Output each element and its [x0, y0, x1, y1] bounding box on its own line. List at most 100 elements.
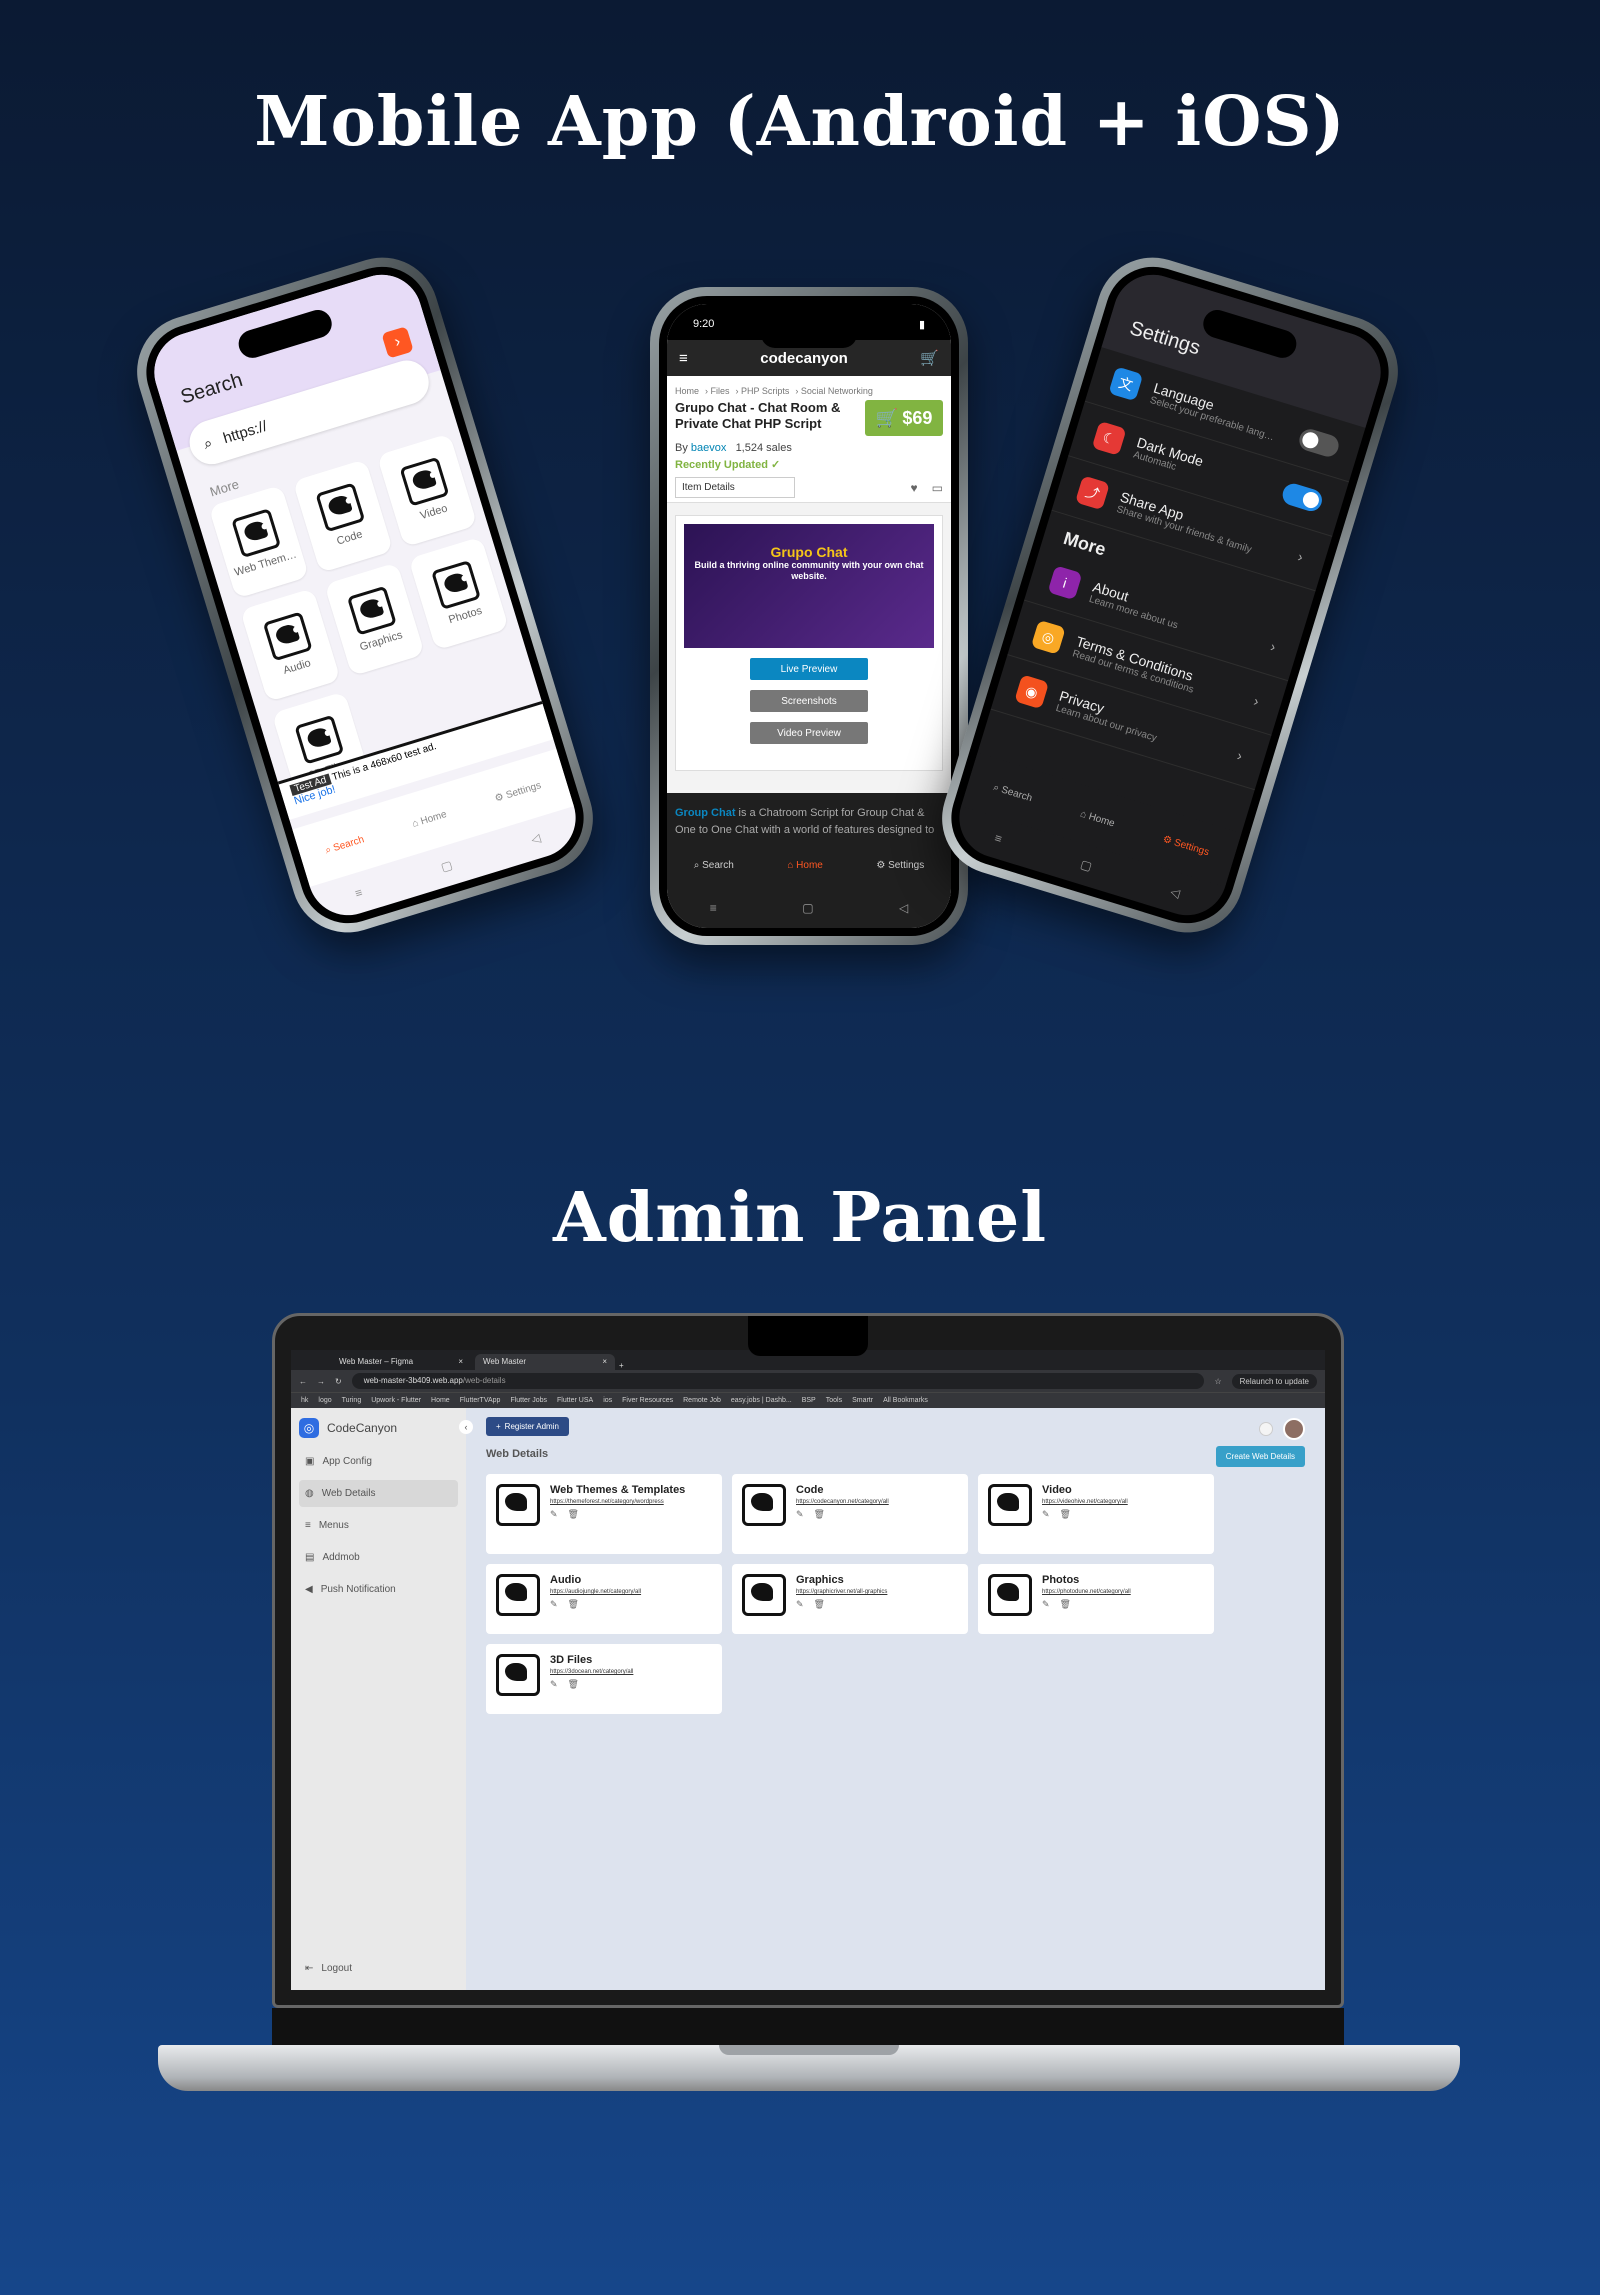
- edit-icon[interactable]: ✎: [1042, 1509, 1050, 1520]
- item-details-select[interactable]: Item Details: [675, 477, 795, 498]
- go-arrow-icon[interactable]: ›: [381, 326, 414, 359]
- bookmark[interactable]: Home: [431, 1397, 450, 1404]
- sidebar-item-web-details[interactable]: ◍ Web Details: [299, 1480, 458, 1507]
- nav-home[interactable]: ⌂ Home: [787, 860, 823, 871]
- folder-icon[interactable]: ▭: [932, 481, 943, 495]
- home-circle-icon[interactable]: ▢: [1079, 857, 1094, 874]
- card-url[interactable]: https://audiojungle.net/category/all: [550, 1589, 641, 1595]
- bookmark[interactable]: Flutter Jobs: [510, 1397, 547, 1404]
- home-circle-icon[interactable]: ▢: [802, 901, 813, 915]
- close-icon[interactable]: ×: [458, 1357, 463, 1367]
- sidebar-item-addmob[interactable]: ▤ Addmob: [299, 1544, 458, 1571]
- back-icon[interactable]: ◁: [899, 901, 908, 915]
- avatar[interactable]: [1283, 1418, 1305, 1440]
- bookmark[interactable]: hk: [301, 1397, 308, 1404]
- desc-link[interactable]: Group Chat: [675, 807, 736, 819]
- category-tile[interactable]: Audio: [239, 587, 341, 703]
- edit-icon[interactable]: ✎: [550, 1679, 558, 1690]
- tab-figma[interactable]: Web Master – Figma ×: [331, 1354, 471, 1370]
- menu-icon[interactable]: ≡: [993, 831, 1004, 846]
- tab-web-master[interactable]: Web Master ×: [475, 1354, 615, 1370]
- edit-icon[interactable]: ✎: [550, 1599, 558, 1610]
- category-tile[interactable]: Code: [292, 458, 394, 574]
- sidebar-item-menus[interactable]: ≡ Menus: [299, 1512, 458, 1539]
- category-tile[interactable]: Graphics: [324, 562, 425, 677]
- nav-settings[interactable]: ⚙ Settings: [876, 860, 924, 871]
- back-icon[interactable]: ◁: [1169, 884, 1182, 900]
- star-icon[interactable]: ☆: [1214, 1377, 1221, 1386]
- heart-icon[interactable]: ♥: [911, 481, 918, 495]
- bookmark[interactable]: easy.jobs | Dashb...: [731, 1397, 792, 1404]
- card-url[interactable]: https://photodune.net/category/all: [1042, 1589, 1131, 1595]
- trash-icon[interactable]: 🗑: [814, 1599, 825, 1610]
- bookmark[interactable]: Tools: [826, 1397, 842, 1404]
- nav-settings[interactable]: ⚙ Settings: [1162, 833, 1211, 858]
- author-link[interactable]: baevox: [691, 442, 726, 454]
- nav-settings[interactable]: ⚙ Settings: [493, 780, 542, 805]
- trash-icon[interactable]: 🗑: [568, 1679, 579, 1690]
- nav-search[interactable]: ⌕ Search: [992, 782, 1034, 804]
- url-input[interactable]: web-master-3b409.web.app/web-details: [351, 1373, 1205, 1389]
- brand-logo[interactable]: codecanyon: [760, 350, 848, 367]
- bookmark[interactable]: Remote Job: [683, 1397, 721, 1404]
- trash-icon[interactable]: 🗑: [568, 1509, 579, 1520]
- nav-home[interactable]: ⌂ Home: [1079, 808, 1116, 829]
- video-preview-button[interactable]: Video Preview: [750, 722, 868, 744]
- bookmark[interactable]: Flutter USA: [557, 1397, 593, 1404]
- crumb[interactable]: Home: [675, 386, 699, 396]
- crumb[interactable]: Social Networking: [801, 386, 873, 396]
- bookmark[interactable]: Fiver Resources: [622, 1397, 673, 1404]
- category-tile[interactable]: Photos: [408, 536, 510, 651]
- nav-search[interactable]: ⌕ Search: [694, 860, 734, 871]
- menu-icon[interactable]: ≡: [353, 885, 364, 900]
- back-icon[interactable]: ◁: [529, 831, 542, 847]
- new-tab-icon[interactable]: +: [619, 1361, 624, 1370]
- menu-icon[interactable]: ≡: [710, 901, 717, 915]
- card-url[interactable]: https://videohive.net/category/all: [1042, 1499, 1128, 1505]
- live-preview-button[interactable]: Live Preview: [750, 658, 868, 680]
- edit-icon[interactable]: ✎: [796, 1599, 804, 1610]
- theme-toggle[interactable]: [1259, 1422, 1273, 1436]
- nav-home[interactable]: ⌂ Home: [411, 809, 448, 830]
- crumb[interactable]: PHP Scripts: [741, 386, 789, 396]
- trash-icon[interactable]: 🗑: [1060, 1599, 1071, 1610]
- trash-icon[interactable]: 🗑: [1060, 1509, 1071, 1520]
- bookmark[interactable]: Upwork - Flutter: [371, 1397, 421, 1404]
- category-tile[interactable]: Video: [376, 433, 478, 548]
- cart-icon[interactable]: 🛒: [920, 349, 939, 367]
- nav-search[interactable]: ⌕ Search: [324, 834, 366, 856]
- edit-icon[interactable]: ✎: [1042, 1599, 1050, 1610]
- create-web-details-button[interactable]: Create Web Details: [1215, 1446, 1305, 1467]
- category-tile[interactable]: Web Them…: [208, 484, 310, 599]
- forward-icon[interactable]: →: [317, 1377, 325, 1386]
- language-toggle[interactable]: [1296, 426, 1342, 460]
- screenshots-button[interactable]: Screenshots: [750, 690, 868, 712]
- sidebar-item-app-config[interactable]: ▣ App Config: [299, 1448, 458, 1475]
- card-url[interactable]: https://3docean.net/category/all: [550, 1669, 633, 1675]
- logout-button[interactable]: ⇤ Logout: [305, 1963, 352, 1974]
- crumb[interactable]: Files: [711, 386, 730, 396]
- bookmark[interactable]: FlutterTVApp: [460, 1397, 501, 1404]
- dark-mode-toggle[interactable]: [1279, 481, 1325, 514]
- trash-icon[interactable]: 🗑: [568, 1599, 579, 1610]
- edit-icon[interactable]: ✎: [796, 1509, 804, 1520]
- reload-icon[interactable]: ↻: [335, 1377, 342, 1386]
- trash-icon[interactable]: 🗑: [814, 1509, 825, 1520]
- card-url[interactable]: https://codecanyon.net/category/all: [796, 1499, 889, 1505]
- bookmark[interactable]: logo: [318, 1397, 331, 1404]
- relaunch-button[interactable]: Relaunch to update: [1231, 1373, 1317, 1389]
- hamburger-icon[interactable]: ≡: [679, 350, 688, 367]
- edit-icon[interactable]: ✎: [550, 1509, 558, 1520]
- home-circle-icon[interactable]: ▢: [439, 858, 454, 875]
- card-url[interactable]: https://graphicriver.net/all-graphics: [796, 1589, 887, 1595]
- card-url[interactable]: https://themeforest.net/category/wordpre…: [550, 1499, 685, 1505]
- bookmark[interactable]: All Bookmarks: [883, 1397, 928, 1404]
- register-admin-button[interactable]: + Register Admin: [486, 1417, 569, 1436]
- sidebar-item-push[interactable]: ◀ Push Notification: [299, 1576, 458, 1603]
- bookmark[interactable]: BSP: [802, 1397, 816, 1404]
- bookmark[interactable]: ios: [603, 1397, 612, 1404]
- back-icon[interactable]: ←: [299, 1377, 307, 1386]
- bookmark[interactable]: Turing: [342, 1397, 362, 1404]
- bookmark[interactable]: Smartr: [852, 1397, 873, 1404]
- price-button[interactable]: 🛒 $69: [865, 400, 943, 436]
